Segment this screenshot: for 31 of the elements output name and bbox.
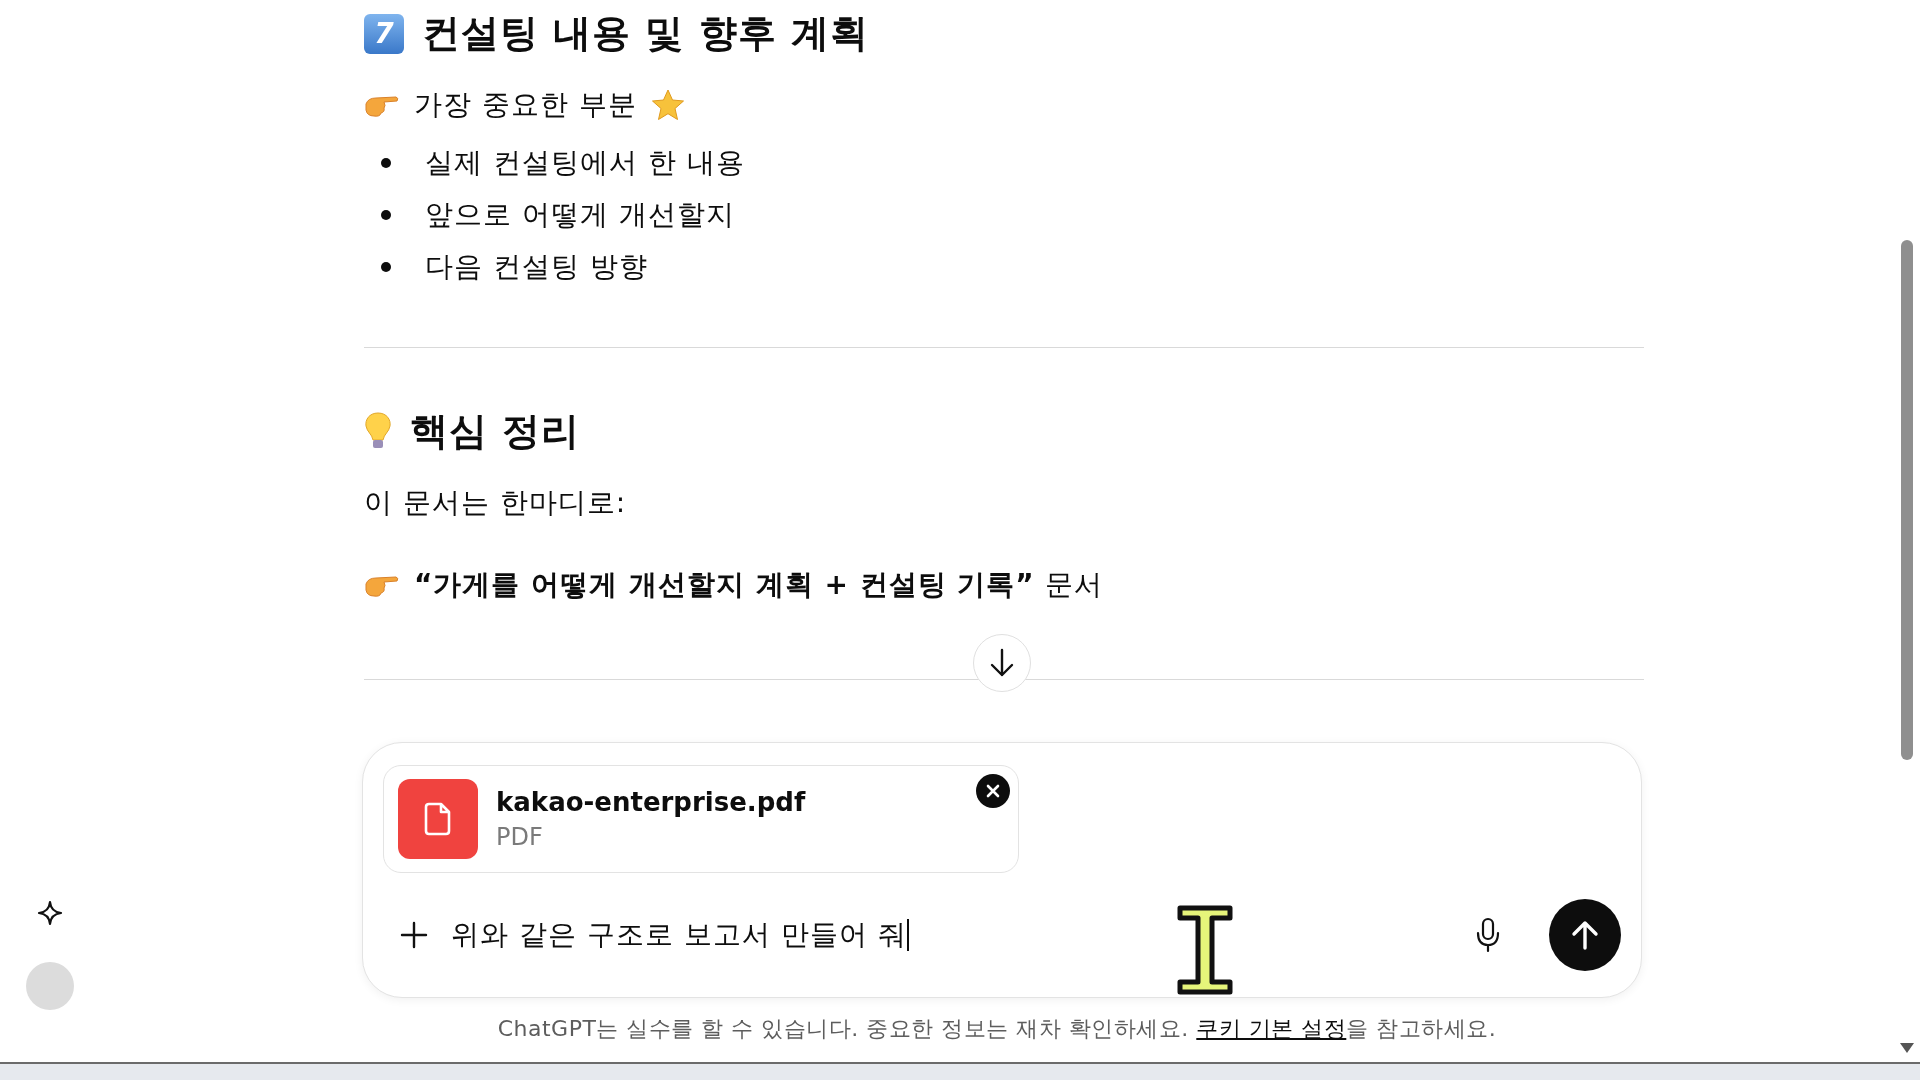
cookie-settings-link[interactable]: 쿠키 기본 설정 (1196, 1016, 1347, 1041)
file-name: kakao-enterprise.pdf (496, 787, 806, 817)
disclaimer-text: ChatGPT는 실수를 할 수 있습니다. 중요한 정보는 재차 확인하세요. 쿠키 기본 설정을 참고하세요. (496, 1015, 1498, 1043)
scroll-down-arrow-icon[interactable] (1899, 1042, 1915, 1054)
remove-attachment-button[interactable] (976, 774, 1010, 808)
arrow-up-icon (1571, 919, 1599, 951)
text-cursor-icon (1176, 904, 1234, 996)
arrow-down-icon (989, 648, 1015, 678)
list-item-text: 앞으로 어떻게 개선할지 (425, 197, 735, 233)
star-icon (650, 89, 685, 121)
document-icon (423, 801, 453, 837)
plus-icon (399, 920, 429, 950)
list-item-text: 실제 컨설팅에서 한 내용 (425, 145, 745, 181)
list-item-text: 다음 컨설팅 방향 (425, 249, 648, 285)
pointer-text: “가게를 어떻게 개선할지 계획 + 컨설팅 기록” 문서 (414, 567, 1103, 603)
add-button[interactable] (399, 920, 429, 950)
microphone-button[interactable] (1475, 917, 1501, 953)
scrollbar-thumb[interactable] (1901, 240, 1913, 760)
bullet-dot (381, 210, 391, 220)
section-heading: 컨설팅 내용 및 향후 계획 (422, 10, 869, 57)
microphone-icon (1475, 917, 1501, 953)
number-badge: 7 (364, 13, 404, 54)
pointer-text: 가장 중요한 부분 (414, 87, 637, 123)
paragraph-text: 이 문서는 한마디로: (364, 485, 627, 521)
file-type: PDF (496, 823, 544, 851)
section-heading: 핵심 정리 (410, 408, 581, 455)
sparkle-icon[interactable] (37, 900, 63, 926)
bullet-dot (381, 158, 391, 168)
close-icon (986, 784, 1000, 798)
bullet-dot (381, 262, 391, 272)
message-input-field[interactable]: 위와 같은 구조로 보고서 만들어 줘 (451, 916, 1453, 954)
